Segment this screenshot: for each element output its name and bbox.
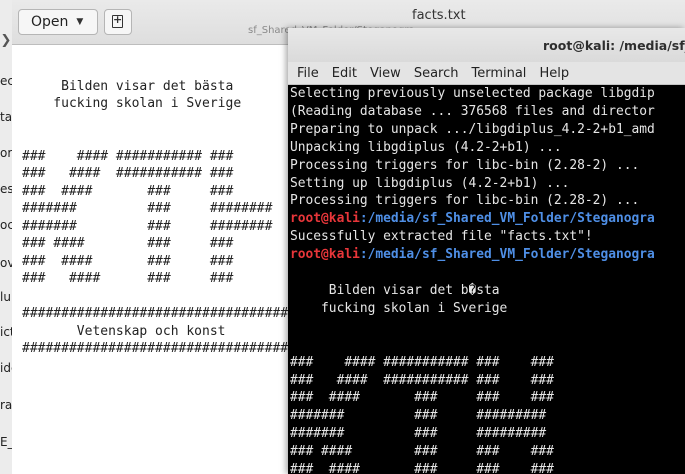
menu-search[interactable]: Search	[414, 66, 459, 81]
prompt-path: :/media/sf_Shared_VM_Folder/Steganogra	[359, 247, 655, 263]
menu-help[interactable]: Help	[539, 66, 569, 81]
editor-line: ### #### ### ###	[22, 183, 234, 199]
terminal-line: Processing triggers for libc-bin (2.28-2…	[290, 193, 640, 209]
menu-terminal[interactable]: Terminal	[471, 66, 526, 81]
editor-text-area[interactable]: Bilden visar det bästa fucking skolan i …	[22, 60, 296, 358]
terminal-title: root@kali: /media/sf_S	[543, 38, 685, 53]
terminal-line: ### #### ### ### ###	[290, 462, 554, 474]
terminal-line: ### #### ########### ### ###	[290, 354, 554, 370]
terminal-titlebar[interactable]: root@kali: /media/sf_S	[288, 28, 685, 63]
new-document-button[interactable]: +	[104, 9, 132, 35]
window-title: facts.txt	[412, 8, 466, 23]
editor-line: fucking skolan i Sverige	[22, 96, 242, 111]
terminal-line: Unpacking libgdiplus (4.2-2+b1) ...	[290, 139, 562, 155]
editor-line: ####### ### ########	[22, 218, 273, 234]
chevron-down-icon: ▼	[76, 17, 84, 27]
open-button-label: Open	[31, 14, 69, 30]
menu-file[interactable]: File	[297, 66, 319, 81]
terminal-line: ####### ### #########	[290, 408, 547, 424]
terminal-line: Preparing to unpack .../libgdiplus_4.2-2…	[290, 121, 655, 137]
terminal-line: ### #### ########### ### ###	[290, 372, 554, 388]
terminal-line: ### #### ### ### ###	[290, 390, 554, 406]
strip-text: ta	[0, 110, 13, 124]
prompt-user: root@kali	[290, 211, 360, 227]
strip-text: lu	[0, 290, 11, 304]
editor-line: ### #### ### ###	[22, 271, 234, 286]
open-button[interactable]: Open ▼	[18, 9, 98, 35]
terminal-menubar: File Edit View Search Terminal Help	[288, 62, 685, 85]
terminal-window[interactable]: root@kali: /media/sf_S File Edit View Se…	[288, 28, 685, 474]
terminal-line: Setting up libgdiplus (4.2-2+b1) ...	[290, 175, 570, 191]
editor-line: ### #### ### ###	[22, 236, 234, 251]
terminal-line: (Reading database ... 376568 files and d…	[290, 103, 655, 119]
editor-line: ####### ### ########	[22, 201, 273, 216]
editor-line: ### #### ########### ###	[22, 148, 234, 164]
editor-line: ### #### ########### ###	[22, 166, 234, 181]
editor-line: Vetenskap och konst	[22, 323, 226, 339]
editor-line: ### #### ### ###	[22, 253, 234, 269]
strip-text: or	[0, 146, 13, 160]
extract-message: Sucessfully extracted file "facts.txt"!	[290, 229, 593, 245]
terminal-line: ### #### ### ### ###	[290, 444, 554, 460]
menu-edit[interactable]: Edit	[332, 66, 357, 81]
terminal-line: Processing triggers for libc-bin (2.28-2…	[290, 157, 640, 173]
prompt-path: :/media/sf_Shared_VM_Folder/Steganogra	[359, 211, 655, 227]
strip-text: ra	[0, 398, 13, 412]
terminal-line: fucking skolan i Sverige	[290, 300, 508, 316]
terminal-output[interactable]: Selecting previously unselected package …	[290, 85, 655, 474]
terminal-line: Selecting previously unselected package …	[290, 86, 655, 101]
chevron-right-icon[interactable]: ❯	[0, 33, 12, 48]
terminal-line: ####### ### #########	[290, 426, 547, 442]
editor-line: ###################################	[22, 306, 296, 321]
prompt-user: root@kali	[290, 247, 360, 263]
terminal-line: Bilden visar det b�sta	[290, 282, 500, 298]
editor-line: ###################################	[22, 341, 296, 356]
editor-line: Bilden visar det bästa	[22, 78, 234, 94]
menu-view[interactable]: View	[370, 66, 401, 81]
